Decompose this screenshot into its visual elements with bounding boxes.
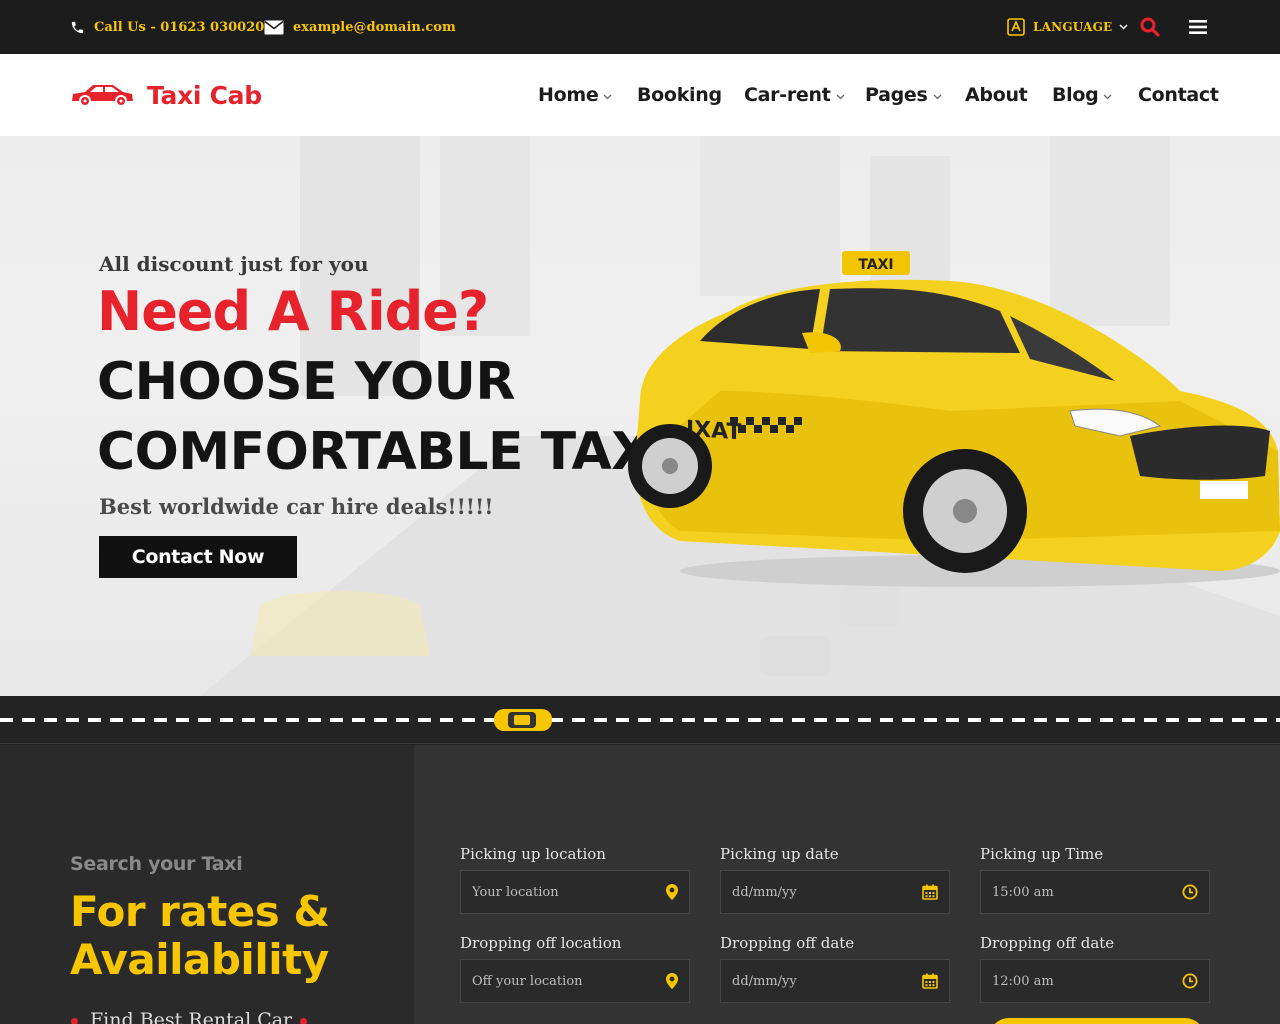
booking-kicker: Search your Taxi [70,853,243,875]
taxi-roof-sign-text: TAXI [858,257,893,273]
chevron-down-icon [836,94,844,99]
hero-tagline: All discount just for you [99,252,369,276]
search-taxi-button[interactable] [989,1018,1205,1024]
phone-icon [71,21,84,33]
chevron-down-icon [1103,94,1112,99]
logo-text: Taxi Cab [147,80,262,110]
main-header: Taxi Cab Home Booking Car-rent Pages Abo… [0,54,1280,136]
nav-blog-label: Blog [1052,84,1099,106]
nav-pages[interactable]: Pages [865,54,942,136]
pickup-date-field[interactable] [720,870,950,914]
nav-car-rent-label: Car-rent [744,84,831,106]
pickup-time-input[interactable] [992,884,1177,900]
dropoff-date-label: Dropping off date [720,934,855,952]
hero-headline-line2: COMFORTABLE TAXI [97,422,670,482]
bullet-dot [300,1018,307,1024]
phone-contact[interactable]: Call Us - 01623 030020 [70,0,264,54]
clock-icon [1182,973,1198,989]
car-logo-icon [72,85,133,107]
nav-car-rent[interactable]: Car-rent [744,54,845,136]
nav-contact-label: Contact [1138,84,1219,106]
hero-headline-line1: CHOOSE YOUR [97,352,515,412]
calendar-icon [922,973,938,989]
nav-pages-label: Pages [865,84,928,106]
booking-title-line1: For rates & [70,887,330,936]
chevron-down-icon [933,94,942,99]
dropoff-date-input[interactable] [732,973,917,989]
mini-taxi-icon [494,709,552,731]
dropoff-date-field[interactable] [720,959,950,1003]
road-dashes [0,718,1280,722]
map-pin-icon [666,973,678,989]
pickup-date-input[interactable] [732,884,917,900]
hamburger-menu-icon[interactable] [1189,19,1207,35]
map-pin-icon [666,884,678,900]
taxi-car-image: TAXI IXAT [628,251,1280,587]
booking-intro-panel: Search your Taxi For rates & Availabilit… [0,745,414,1024]
dropoff-time-label: Dropping off date [980,934,1115,952]
dropoff-location-input[interactable] [472,973,657,989]
nav-about[interactable]: About [965,54,1028,136]
nav-booking[interactable]: Booking [637,54,722,136]
pickup-time-label: Picking up Time [980,845,1104,863]
chevron-down-icon [603,94,612,99]
road-divider [0,696,1280,744]
nav-booking-label: Booking [637,84,722,106]
pickup-location-label: Picking up location [460,845,606,863]
hero-subline: Best worldwide car hire deals!!!!! [99,494,494,519]
nav-contact[interactable]: Contact [1138,54,1219,136]
phone-text: Call Us - 01623 030020 [94,19,265,35]
pickup-location-input[interactable] [472,884,657,900]
search-icon[interactable] [1140,17,1160,37]
hero-headline-red: Need A Ride? [97,280,489,343]
language-label: LANGUAGE [1033,20,1113,34]
top-bar: Call Us - 01623 030020 example@domain.co… [0,0,1280,54]
bullet-dot [71,1018,78,1024]
hero-section: All discount just for you Need A Ride? C… [0,136,1280,696]
language-icon [1007,18,1025,36]
nav-home-label: Home [538,84,599,106]
dropoff-location-field[interactable] [460,959,690,1003]
email-contact[interactable]: example@domain.com [264,0,456,54]
booking-feature: Find Best Rental Car [90,1009,293,1024]
pickup-time-field[interactable] [980,870,1210,914]
calendar-icon [922,884,938,900]
nav-blog[interactable]: Blog [1052,54,1112,136]
booking-title-line2: Availability [70,935,329,984]
envelope-icon [264,20,284,34]
email-text: example@domain.com [293,19,456,35]
language-selector[interactable]: LANGUAGE [1007,0,1128,54]
clock-icon [1182,884,1198,900]
booking-title: For rates & Availability [70,888,330,984]
dropoff-location-label: Dropping off location [460,934,622,952]
dropoff-time-field[interactable] [980,959,1210,1003]
nav-home[interactable]: Home [538,54,612,136]
pickup-location-field[interactable] [460,870,690,914]
chevron-down-icon [1119,24,1128,30]
nav-about-label: About [965,84,1028,106]
site-logo[interactable]: Taxi Cab [69,54,262,136]
pickup-date-label: Picking up date [720,845,839,863]
contact-now-button[interactable]: Contact Now [99,536,297,578]
dropoff-time-input[interactable] [992,973,1177,989]
